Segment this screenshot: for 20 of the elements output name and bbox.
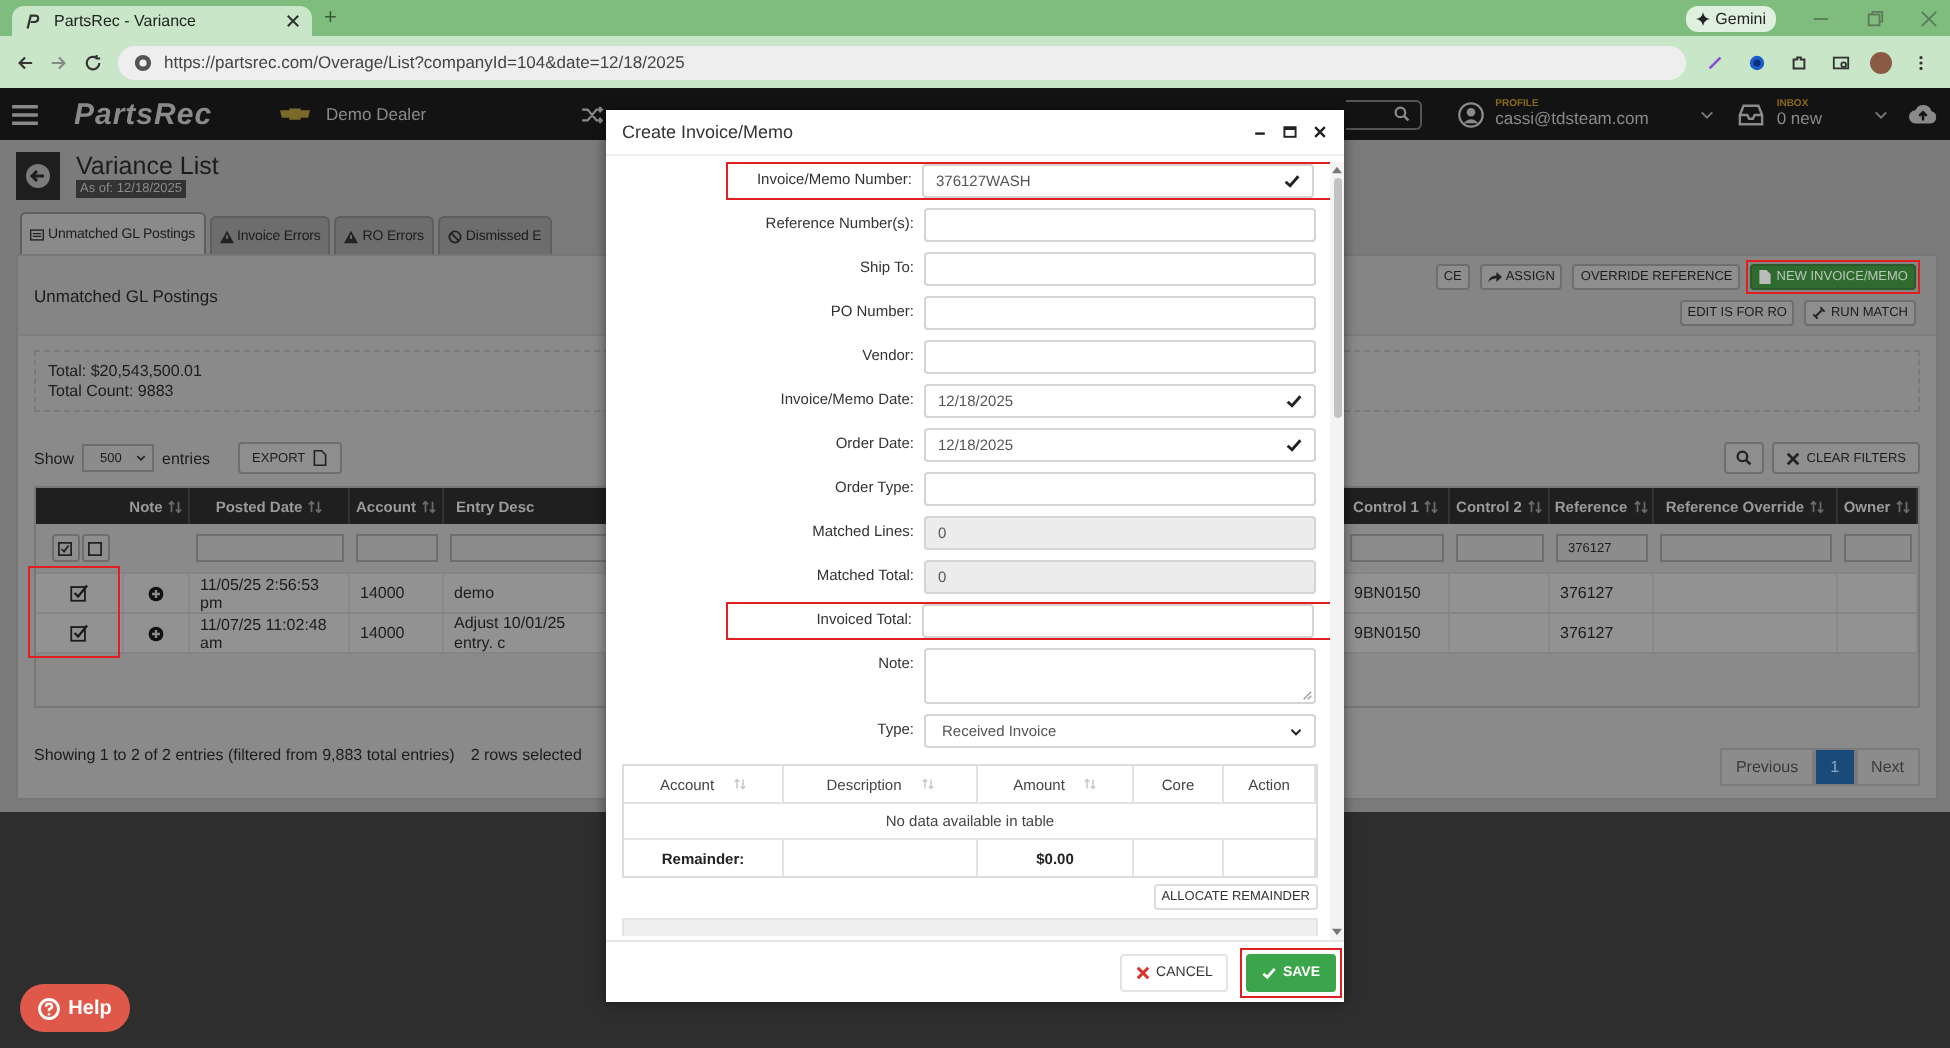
panel-title: Unmatched GL Postings bbox=[34, 285, 218, 305]
table-cell-text: 11/07/25 11:02:48 am bbox=[200, 615, 329, 651]
tab-title: PartsRec - Variance bbox=[54, 12, 198, 30]
table-info: Showing 1 to 2 of 2 entries (filtered from 9,883 total entries) bbox=[34, 746, 455, 764]
table-cell: 14000 bbox=[360, 584, 405, 602]
entries-label: entries bbox=[162, 449, 211, 467]
table-cell: 376127 bbox=[1560, 624, 1614, 642]
table-cell: 14000 bbox=[360, 624, 405, 642]
dialog-title: Create Invoice/Memo bbox=[622, 122, 794, 142]
table-cell-text: Adjust 10/01/25 entry. c bbox=[454, 614, 568, 652]
page-title: Variance List bbox=[76, 153, 219, 181]
table-cell-text: 11/05/25 2:56:53 pm bbox=[200, 575, 321, 611]
table-cell: 9BN0150 bbox=[1354, 624, 1421, 642]
total-count: Total Count: 9883 bbox=[48, 382, 174, 400]
table-cell: 9BN0150 bbox=[1354, 584, 1421, 602]
table-cell: 376127 bbox=[1560, 584, 1614, 602]
show-label: Show bbox=[34, 449, 75, 467]
table-cell: demo bbox=[454, 583, 495, 603]
total-amount: Total: $20,543,500.01 bbox=[48, 362, 202, 380]
selection-info: 2 rows selected bbox=[470, 746, 582, 764]
